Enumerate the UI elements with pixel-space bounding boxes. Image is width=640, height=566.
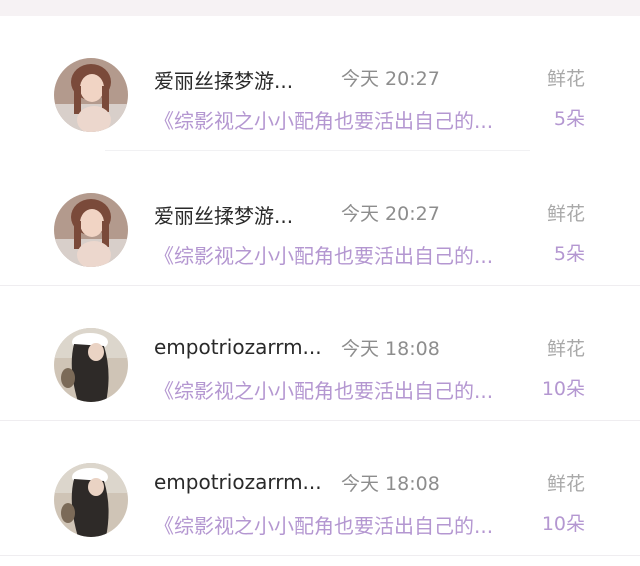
username[interactable]: empotriozarrm...	[154, 470, 329, 494]
avatar-woman-cap-icon[interactable]	[54, 328, 128, 402]
list-item[interactable]: empotriozarrm... 今天 18:08 鲜花 《综影视之小小配角也要…	[0, 421, 640, 556]
gift-count: 5朵	[553, 108, 585, 130]
gift-type-label: 鲜花	[546, 473, 585, 495]
divider	[0, 555, 640, 556]
book-title-link[interactable]: 《综影视之小小配角也要活出自己的...	[154, 510, 532, 539]
avatar-girl-icon[interactable]	[54, 193, 128, 267]
avatar-woman-cap-icon[interactable]	[54, 463, 128, 537]
username[interactable]: 爱丽丝揉梦游...	[154, 200, 329, 229]
username[interactable]: empotriozarrm...	[154, 335, 329, 359]
username[interactable]: 爱丽丝揉梦游...	[154, 65, 329, 94]
list-item[interactable]: empotriozarrm... 今天 18:08 鲜花 《综影视之小小配角也要…	[0, 286, 640, 421]
timestamp: 今天 20:27	[341, 203, 440, 225]
gift-record-list: 爱丽丝揉梦游... 今天 20:27 鲜花 《综影视之小小配角也要活出自己的..…	[0, 16, 640, 556]
timestamp: 今天 18:08	[341, 473, 440, 495]
timestamp: 今天 20:27	[341, 68, 440, 90]
gift-count: 10朵	[541, 378, 585, 400]
timestamp: 今天 18:08	[341, 338, 440, 360]
gift-count: 5朵	[553, 243, 585, 265]
book-title-link[interactable]: 《综影视之小小配角也要活出自己的...	[154, 375, 532, 404]
list-item[interactable]: 爱丽丝揉梦游... 今天 20:27 鲜花 《综影视之小小配角也要活出自己的..…	[0, 16, 640, 151]
gift-type-label: 鲜花	[546, 338, 585, 360]
list-item[interactable]: 爱丽丝揉梦游... 今天 20:27 鲜花 《综影视之小小配角也要活出自己的..…	[0, 151, 640, 286]
top-bar	[0, 0, 640, 16]
gift-count: 10朵	[541, 513, 585, 535]
book-title-link[interactable]: 《综影视之小小配角也要活出自己的...	[154, 240, 532, 269]
gift-type-label: 鲜花	[546, 68, 585, 90]
avatar-girl-icon[interactable]	[54, 58, 128, 132]
gift-type-label: 鲜花	[546, 203, 585, 225]
book-title-link[interactable]: 《综影视之小小配角也要活出自己的...	[154, 105, 532, 134]
